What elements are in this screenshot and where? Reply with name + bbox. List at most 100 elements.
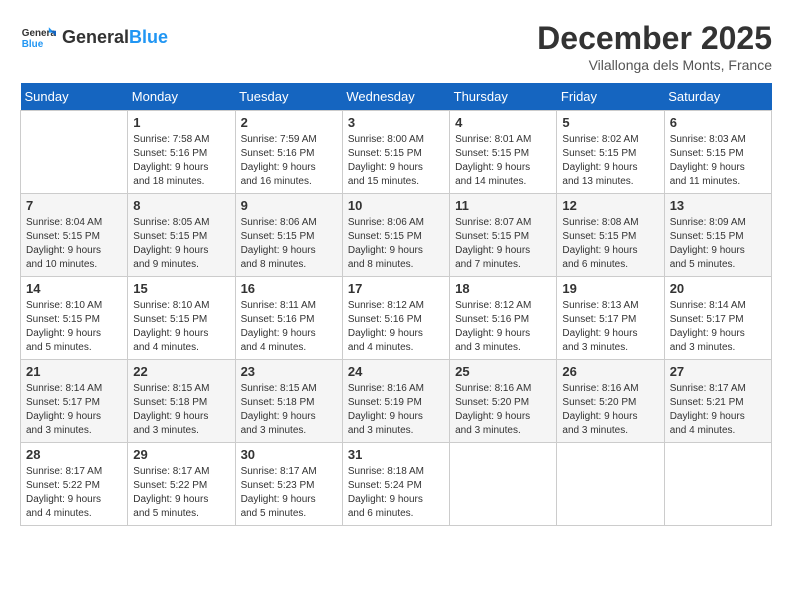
day-info: Sunrise: 8:16 AM Sunset: 5:20 PM Dayligh…: [562, 382, 658, 438]
day-info: Sunrise: 8:10 AM Sunset: 5:15 PM Dayligh…: [133, 299, 229, 355]
day-number: 18: [455, 281, 551, 296]
calendar-table: Sunday Monday Tuesday Wednesday Thursday…: [20, 83, 772, 526]
day-number: 1: [133, 115, 229, 130]
day-number: 22: [133, 364, 229, 379]
table-row: 7Sunrise: 8:04 AM Sunset: 5:15 PM Daylig…: [21, 194, 128, 277]
table-row: 12 Sunrise: 8:08 AM Sunset: 5:15 PM Dayli…: [557, 194, 664, 277]
day-info: Sunrise: 8:02 AM Sunset: 5:15 PM Dayligh…: [562, 133, 658, 189]
day-number: 11: [455, 198, 551, 213]
table-row: 17Sunrise: 8:12 AM Sunset: 5:16 PM Dayli…: [342, 277, 449, 360]
col-friday: Friday: [557, 83, 664, 111]
day-info: Sunrise: 8:06 AM Sunset: 5:15 PM Dayligh…: [348, 216, 444, 272]
logo-blue-text: Blue: [129, 28, 168, 48]
svg-text:Blue: Blue: [22, 39, 44, 50]
day-number: 7: [26, 198, 122, 213]
col-wednesday: Wednesday: [342, 83, 449, 111]
logo: General Blue GeneralBlue: [20, 20, 168, 56]
day-info: Sunrise: 8:15 AM Sunset: 5:18 PM Dayligh…: [133, 382, 229, 438]
day-info: Sunrise: 8:10 AM Sunset: 5:15 PM Dayligh…: [26, 299, 122, 355]
day-info: Sunrise: 8:08 AM Sunset: 5:15 PM Dayligh…: [562, 216, 658, 272]
calendar-week-row: 14 Sunrise: 8:10 AM Sunset: 5:15 PM Dayli…: [21, 277, 772, 360]
table-row: 25Sunrise: 8:16 AM Sunset: 5:20 PM Dayli…: [450, 360, 557, 443]
calendar-week-row: 28Sunrise: 8:17 AM Sunset: 5:22 PM Dayli…: [21, 443, 772, 526]
month-year-title: December 2025: [537, 20, 772, 57]
table-row: 22 Sunrise: 8:15 AM Sunset: 5:18 PM Dayli…: [128, 360, 235, 443]
day-info: Sunrise: 8:15 AM Sunset: 5:18 PM Dayligh…: [241, 382, 337, 438]
logo-icon: General Blue: [20, 20, 56, 56]
day-number: 23: [241, 364, 337, 379]
day-info: Sunrise: 8:01 AM Sunset: 5:15 PM Dayligh…: [455, 133, 551, 189]
day-info: Sunrise: 8:13 AM Sunset: 5:17 PM Dayligh…: [562, 299, 658, 355]
day-info: Sunrise: 8:12 AM Sunset: 5:16 PM Dayligh…: [455, 299, 551, 355]
table-row: 19 Sunrise: 8:13 AM Sunset: 5:17 PM Dayli…: [557, 277, 664, 360]
day-number: 16: [241, 281, 337, 296]
day-info: Sunrise: 8:03 AM Sunset: 5:15 PM Dayligh…: [670, 133, 766, 189]
calendar-week-row: 1 Sunrise: 7:58 AM Sunset: 5:16 PM Daylig…: [21, 111, 772, 194]
day-info: Sunrise: 8:17 AM Sunset: 5:22 PM Dayligh…: [26, 465, 122, 521]
table-row: 2Sunrise: 7:59 AM Sunset: 5:16 PM Daylig…: [235, 111, 342, 194]
day-number: 15: [133, 281, 229, 296]
table-row: 18 Sunrise: 8:12 AM Sunset: 5:16 PM Dayli…: [450, 277, 557, 360]
day-number: 2: [241, 115, 337, 130]
table-row: 27 Sunrise: 8:17 AM Sunset: 5:21 PM Dayli…: [664, 360, 771, 443]
table-row: 4 Sunrise: 8:01 AM Sunset: 5:15 PM Daylig…: [450, 111, 557, 194]
day-info: Sunrise: 8:05 AM Sunset: 5:15 PM Dayligh…: [133, 216, 229, 272]
table-row: [557, 443, 664, 526]
table-row: [664, 443, 771, 526]
day-info: Sunrise: 8:14 AM Sunset: 5:17 PM Dayligh…: [670, 299, 766, 355]
day-info: Sunrise: 8:00 AM Sunset: 5:15 PM Dayligh…: [348, 133, 444, 189]
logo-general-text: General: [62, 28, 129, 48]
day-info: Sunrise: 8:12 AM Sunset: 5:16 PM Dayligh…: [348, 299, 444, 355]
table-row: [21, 111, 128, 194]
day-number: 29: [133, 447, 229, 462]
day-number: 21: [26, 364, 122, 379]
table-row: 29 Sunrise: 8:17 AM Sunset: 5:22 PM Dayli…: [128, 443, 235, 526]
day-info: Sunrise: 8:16 AM Sunset: 5:19 PM Dayligh…: [348, 382, 444, 438]
day-number: 12: [562, 198, 658, 213]
day-number: 20: [670, 281, 766, 296]
day-number: 8: [133, 198, 229, 213]
day-number: 31: [348, 447, 444, 462]
table-row: 24 Sunrise: 8:16 AM Sunset: 5:19 PM Dayli…: [342, 360, 449, 443]
day-info: Sunrise: 8:17 AM Sunset: 5:23 PM Dayligh…: [241, 465, 337, 521]
day-info: Sunrise: 8:17 AM Sunset: 5:22 PM Dayligh…: [133, 465, 229, 521]
day-info: Sunrise: 7:58 AM Sunset: 5:16 PM Dayligh…: [133, 133, 229, 189]
table-row: 11Sunrise: 8:07 AM Sunset: 5:15 PM Dayli…: [450, 194, 557, 277]
col-sunday: Sunday: [21, 83, 128, 111]
col-monday: Monday: [128, 83, 235, 111]
day-info: Sunrise: 8:09 AM Sunset: 5:15 PM Dayligh…: [670, 216, 766, 272]
day-info: Sunrise: 8:18 AM Sunset: 5:24 PM Dayligh…: [348, 465, 444, 521]
table-row: 28Sunrise: 8:17 AM Sunset: 5:22 PM Dayli…: [21, 443, 128, 526]
col-saturday: Saturday: [664, 83, 771, 111]
table-row: 16 Sunrise: 8:11 AM Sunset: 5:16 PM Dayli…: [235, 277, 342, 360]
day-number: 25: [455, 364, 551, 379]
day-number: 14: [26, 281, 122, 296]
table-row: 20 Sunrise: 8:14 AM Sunset: 5:17 PM Dayli…: [664, 277, 771, 360]
day-info: Sunrise: 8:17 AM Sunset: 5:21 PM Dayligh…: [670, 382, 766, 438]
calendar-header-row: Sunday Monday Tuesday Wednesday Thursday…: [21, 83, 772, 111]
table-row: 30Sunrise: 8:17 AM Sunset: 5:23 PM Dayli…: [235, 443, 342, 526]
day-number: 3: [348, 115, 444, 130]
day-number: 4: [455, 115, 551, 130]
table-row: 9Sunrise: 8:06 AM Sunset: 5:15 PM Daylig…: [235, 194, 342, 277]
day-number: 13: [670, 198, 766, 213]
day-number: 24: [348, 364, 444, 379]
title-block: December 2025 Vilallonga dels Monts, Fra…: [537, 20, 772, 73]
day-info: Sunrise: 8:06 AM Sunset: 5:15 PM Dayligh…: [241, 216, 337, 272]
table-row: [450, 443, 557, 526]
day-number: 26: [562, 364, 658, 379]
day-info: Sunrise: 8:11 AM Sunset: 5:16 PM Dayligh…: [241, 299, 337, 355]
table-row: 1 Sunrise: 7:58 AM Sunset: 5:16 PM Daylig…: [128, 111, 235, 194]
table-row: 14 Sunrise: 8:10 AM Sunset: 5:15 PM Dayli…: [21, 277, 128, 360]
day-number: 10: [348, 198, 444, 213]
day-number: 19: [562, 281, 658, 296]
table-row: 10 Sunrise: 8:06 AM Sunset: 5:15 PM Dayli…: [342, 194, 449, 277]
calendar-week-row: 21Sunrise: 8:14 AM Sunset: 5:17 PM Dayli…: [21, 360, 772, 443]
table-row: 5Sunrise: 8:02 AM Sunset: 5:15 PM Daylig…: [557, 111, 664, 194]
day-number: 27: [670, 364, 766, 379]
table-row: 15 Sunrise: 8:10 AM Sunset: 5:15 PM Dayli…: [128, 277, 235, 360]
calendar-week-row: 7Sunrise: 8:04 AM Sunset: 5:15 PM Daylig…: [21, 194, 772, 277]
table-row: 8 Sunrise: 8:05 AM Sunset: 5:15 PM Daylig…: [128, 194, 235, 277]
col-thursday: Thursday: [450, 83, 557, 111]
location-subtitle: Vilallonga dels Monts, France: [537, 57, 772, 73]
